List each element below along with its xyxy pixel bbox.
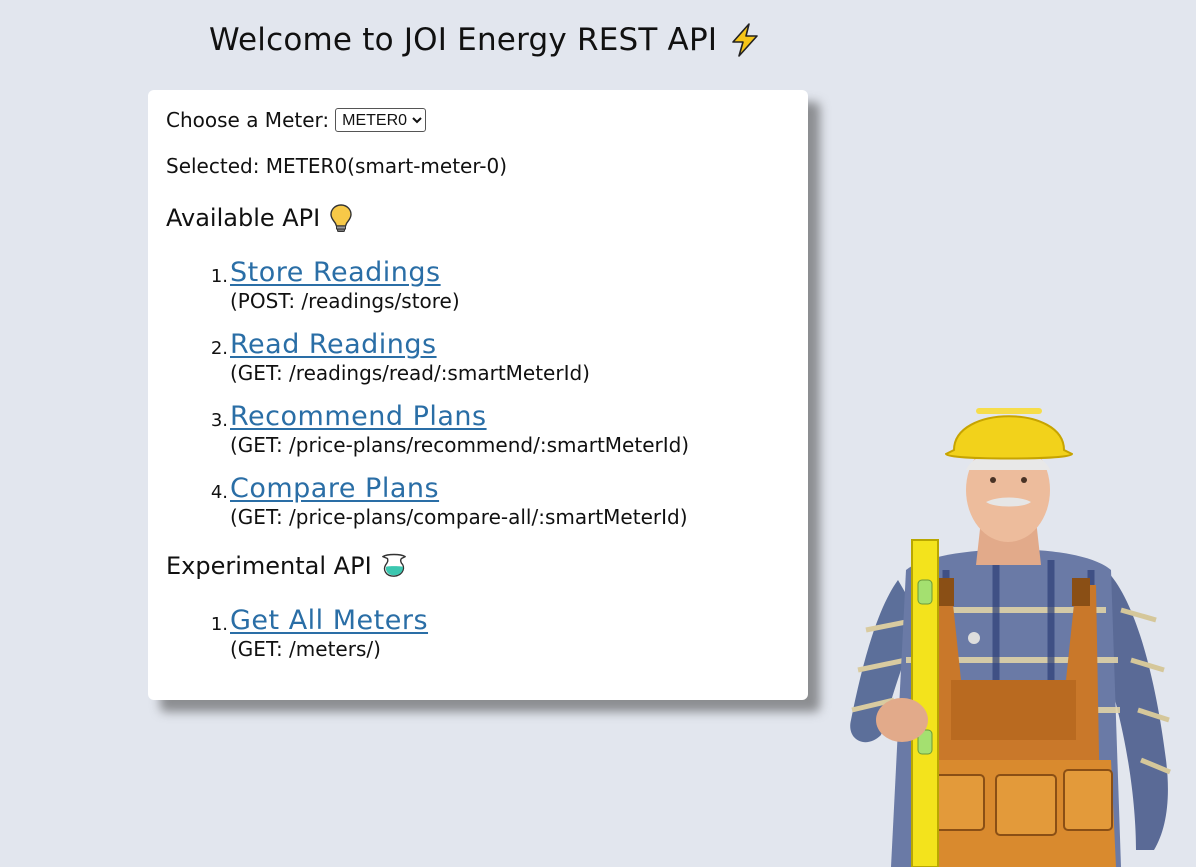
available-api-heading-text: Available API <box>166 204 321 232</box>
list-item: 1. Get All Meters (GET: /meters/) <box>208 604 428 660</box>
lightning-bolt-icon <box>727 22 763 58</box>
item-number: 3. <box>210 410 228 431</box>
header: Welcome to JOI Energy REST API <box>209 22 763 58</box>
item-number: 1. <box>210 614 228 635</box>
selected-meter: Selected: METER0(smart-meter-0) <box>166 154 507 178</box>
available-api-list: 1. Store Readings (POST: /readings/store… <box>208 256 689 544</box>
meter-label: Choose a Meter: <box>166 108 330 132</box>
lightbulb-icon <box>328 203 354 233</box>
meter-chooser: Choose a Meter: METER0 <box>166 108 427 132</box>
store-readings-link[interactable]: Store Readings <box>230 256 460 290</box>
compare-plans-link[interactable]: Compare Plans <box>230 472 688 506</box>
item-number: 1. <box>210 266 228 287</box>
meter-select[interactable]: METER0 <box>335 108 427 132</box>
flask-icon <box>380 551 406 581</box>
item-endpoint: (GET: /meters/) <box>230 637 381 661</box>
item-endpoint: (GET: /price-plans/compare-all/:smartMet… <box>230 505 688 529</box>
list-item: 1. Store Readings (POST: /readings/store… <box>208 256 689 312</box>
selected-label: Selected: <box>166 154 260 178</box>
experimental-api-list: 1. Get All Meters (GET: /meters/) <box>208 604 428 676</box>
api-card: Choose a Meter: METER0 Selected: METER0(… <box>148 90 808 700</box>
item-endpoint: (GET: /price-plans/recommend/:smartMeter… <box>230 433 690 457</box>
read-readings-link[interactable]: Read Readings <box>230 328 590 362</box>
item-endpoint: (GET: /readings/read/:smartMeterId) <box>230 361 590 385</box>
item-endpoint: (POST: /readings/store) <box>230 289 460 313</box>
list-item: 2. Read Readings (GET: /readings/read/:s… <box>208 328 689 384</box>
item-number: 4. <box>210 482 228 503</box>
page-title: Welcome to JOI Energy REST API <box>209 22 718 58</box>
construction-worker-image <box>836 380 1176 867</box>
list-item: 4. Compare Plans (GET: /price-plans/comp… <box>208 472 689 528</box>
list-item: 3. Recommend Plans (GET: /price-plans/re… <box>208 400 689 456</box>
recommend-plans-link[interactable]: Recommend Plans <box>230 400 689 434</box>
get-all-meters-link[interactable]: Get All Meters <box>230 604 428 638</box>
experimental-api-heading-text: Experimental API <box>166 552 372 580</box>
experimental-api-heading: Experimental API <box>166 551 406 581</box>
selected-value: METER0(smart-meter-0) <box>265 154 508 178</box>
page: Welcome to JOI Energy REST API Choose a … <box>0 0 1196 867</box>
item-number: 2. <box>210 338 228 359</box>
available-api-heading: Available API <box>166 203 354 233</box>
